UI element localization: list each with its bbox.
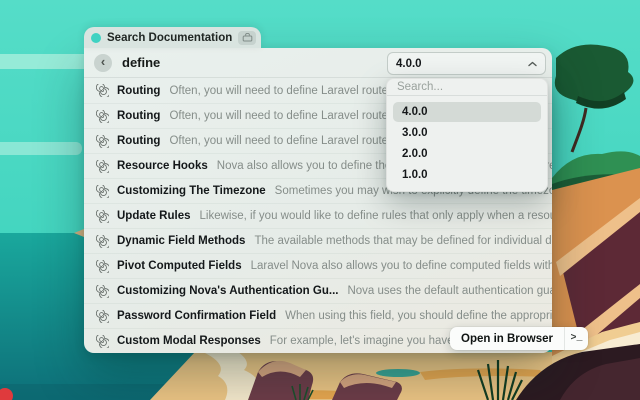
spiral-doc-icon — [96, 210, 109, 223]
search-query-input[interactable]: define — [122, 55, 160, 70]
launcher-title: Search Documentation — [107, 32, 232, 44]
result-row[interactable]: Customizing Nova's Authentication Gu... … — [84, 278, 552, 303]
version-options: 4.0.0 3.0.0 2.0.0 1.0.0 — [387, 96, 547, 191]
result-row[interactable]: Pivot Computed Fields Laravel Nova also … — [84, 253, 552, 278]
spiral-doc-icon — [96, 285, 109, 298]
result-row[interactable]: Update Rules Likewise, if you would like… — [84, 203, 552, 228]
spiral-doc-icon — [96, 310, 109, 323]
version-option[interactable]: 1.0.0 — [393, 165, 541, 185]
version-option[interactable]: 3.0.0 — [393, 123, 541, 143]
footer-action-hint: Open in Browser >_ — [450, 327, 588, 350]
spiral-doc-icon — [96, 260, 109, 273]
search-documentation-panel: ‹ define 4.0.0 Routing Often, you will n… — [84, 48, 552, 353]
open-in-browser-button[interactable]: Open in Browser — [450, 327, 564, 350]
chevron-up-icon — [528, 61, 537, 67]
version-dropdown: 4.0.0 3.0.0 2.0.0 1.0.0 — [386, 78, 548, 192]
result-row[interactable]: Dynamic Field Methods The available meth… — [84, 228, 552, 253]
back-button[interactable]: ‹ — [94, 54, 112, 72]
spiral-doc-icon — [96, 185, 109, 198]
app-dot-icon — [91, 33, 101, 43]
version-option[interactable]: 4.0.0 — [393, 102, 541, 122]
spiral-doc-icon — [96, 84, 109, 97]
version-search-input[interactable] — [387, 79, 547, 96]
version-select-value: 4.0.0 — [396, 58, 528, 70]
spiral-doc-icon — [96, 135, 109, 148]
terminal-key-icon[interactable]: >_ — [564, 327, 588, 350]
back-chevron-icon: ‹ — [101, 55, 105, 68]
spiral-doc-icon — [96, 235, 109, 248]
spiral-doc-icon — [96, 335, 109, 348]
spiral-doc-icon — [96, 110, 109, 123]
result-row[interactable]: Password Confirmation Field When using t… — [84, 303, 552, 328]
launcher-pill[interactable]: Search Documentation — [84, 27, 261, 48]
version-select[interactable]: 4.0.0 — [387, 52, 546, 75]
version-option[interactable]: 2.0.0 — [393, 144, 541, 164]
search-topbar: ‹ define 4.0.0 — [84, 48, 552, 78]
briefcase-icon — [238, 31, 256, 45]
spiral-doc-icon — [96, 160, 109, 173]
